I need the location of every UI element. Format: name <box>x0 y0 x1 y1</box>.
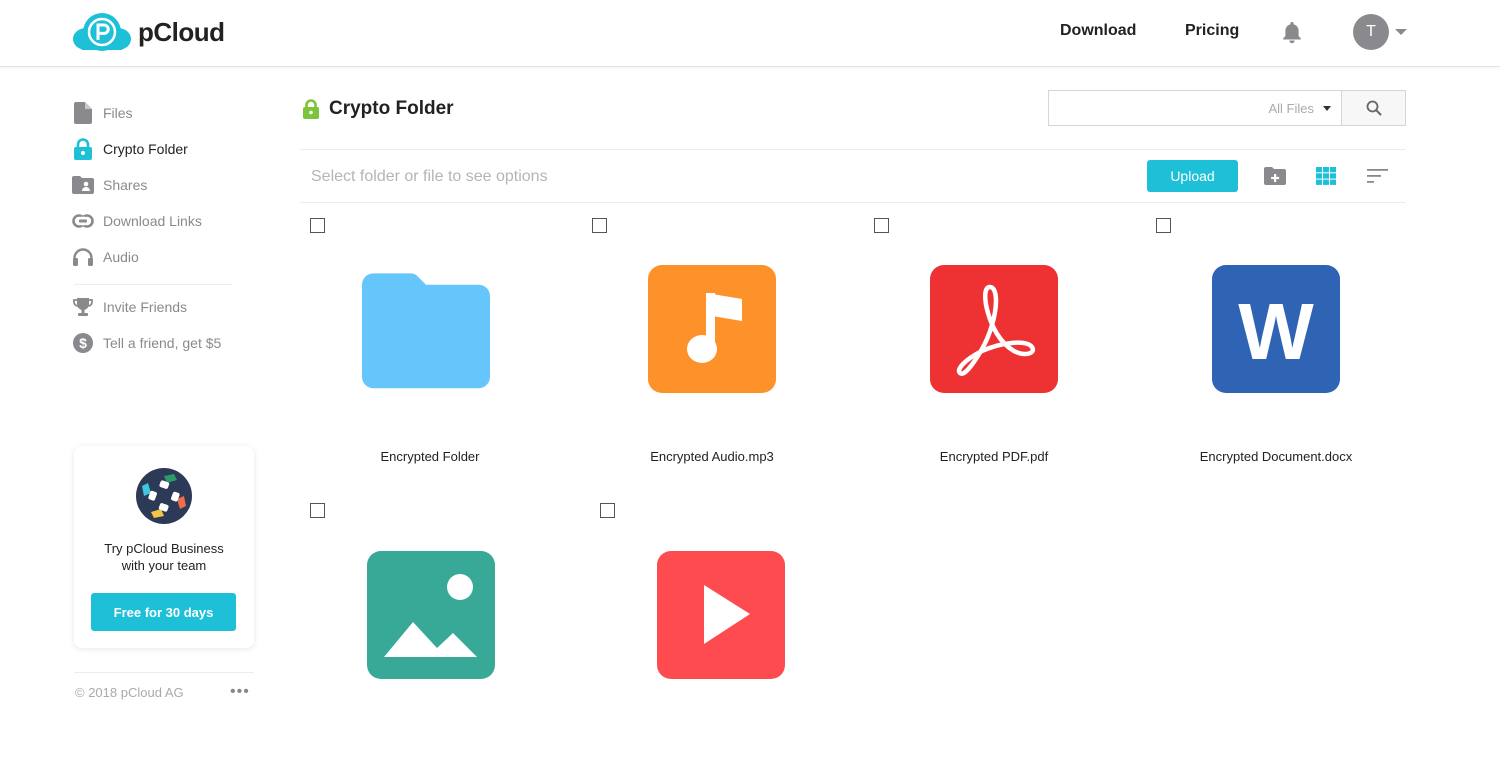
select-checkbox[interactable] <box>1156 218 1171 233</box>
svg-text:$: $ <box>79 335 87 351</box>
promo-text-line1: Try pCloud Business <box>104 541 224 556</box>
search-button[interactable] <box>1341 91 1405 125</box>
sidebar-item-shares[interactable]: Shares <box>72 173 147 197</box>
user-initial: T <box>1366 23 1376 40</box>
file-item-audio[interactable]: Encrypted Audio.mp3 <box>582 202 864 482</box>
top-header: pCloud Download Pricing T <box>0 0 1500 67</box>
select-checkbox[interactable] <box>310 218 325 233</box>
file-item-image[interactable] <box>300 487 582 767</box>
pcloud-cloud-icon <box>73 13 131 51</box>
select-checkbox[interactable] <box>310 503 325 518</box>
promo-text: Try pCloud Business with your team <box>74 540 254 574</box>
sidebar-item-label: Audio <box>103 249 139 265</box>
nav-download[interactable]: Download <box>1060 22 1136 40</box>
promo-text-line2: with your team <box>121 558 207 573</box>
select-checkbox[interactable] <box>600 503 615 518</box>
sidebar-item-invite-friends[interactable]: Invite Friends <box>72 295 187 319</box>
search-icon <box>1366 100 1382 116</box>
caret-down-icon <box>1323 105 1331 111</box>
business-promo-card: Try pCloud Business with your team Free … <box>74 446 254 648</box>
sidebar-item-label: Crypto Folder <box>103 141 188 157</box>
pcloud-business-icon <box>136 468 192 524</box>
file-item-document[interactable]: W Encrypted Document.docx <box>1146 202 1428 482</box>
trophy-icon <box>72 296 94 318</box>
file-name[interactable]: Encrypted PDF.pdf <box>864 449 1124 464</box>
file-icon <box>72 102 94 124</box>
sidebar-item-download-links[interactable]: Download Links <box>72 209 202 233</box>
shared-folder-icon <box>72 174 94 196</box>
file-type-filter[interactable]: All Files <box>1268 91 1341 125</box>
sidebar-item-audio[interactable]: Audio <box>72 245 139 269</box>
lock-icon <box>303 99 319 119</box>
page-title-text: Crypto Folder <box>329 98 454 119</box>
footer-divider <box>74 672 254 673</box>
word-document-icon[interactable]: W <box>1212 265 1340 393</box>
nav-pricing[interactable]: Pricing <box>1185 22 1239 40</box>
sidebar-item-label: Shares <box>103 177 148 193</box>
file-name[interactable]: Encrypted Audio.mp3 <box>582 449 842 464</box>
sidebar-item-tell-a-friend[interactable]: $ Tell a friend, get $5 <box>72 331 221 355</box>
image-file-icon[interactable] <box>367 551 495 679</box>
file-item-pdf[interactable]: Encrypted PDF.pdf <box>864 202 1146 482</box>
file-item-folder[interactable]: Encrypted Folder <box>300 202 582 482</box>
folder-icon[interactable] <box>362 264 490 392</box>
copyright: © 2018 pCloud AG <box>75 685 184 700</box>
grid-view-icon[interactable] <box>1314 165 1338 187</box>
select-checkbox[interactable] <box>592 218 607 233</box>
file-name[interactable]: Encrypted Document.docx <box>1146 449 1406 464</box>
selection-hint: Select folder or file to see options <box>311 168 548 185</box>
sort-icon[interactable] <box>1366 165 1390 187</box>
headphones-icon <box>72 246 94 268</box>
sidebar-item-label: Download Links <box>103 213 202 229</box>
more-options-icon[interactable]: ••• <box>230 683 250 701</box>
pcloud-logo[interactable]: pCloud <box>72 12 225 52</box>
brand-name: pCloud <box>138 16 225 47</box>
page-title: Crypto Folder <box>302 98 454 120</box>
dollar-icon: $ <box>72 332 94 354</box>
link-icon <box>72 210 94 232</box>
sidebar-item-crypto-folder[interactable]: Crypto Folder <box>72 137 188 161</box>
search-input[interactable] <box>1049 91 1269 125</box>
free-trial-button[interactable]: Free for 30 days <box>91 593 236 631</box>
bell-icon[interactable] <box>1281 20 1303 44</box>
filter-selected-value: All Files <box>1268 100 1314 116</box>
sidebar-item-label: Invite Friends <box>103 299 188 315</box>
select-checkbox[interactable] <box>874 218 889 233</box>
sidebar-item-label: Files <box>103 105 133 121</box>
sidebar-item-label: Tell a friend, get $5 <box>103 335 222 351</box>
sidebar-divider <box>74 284 232 285</box>
user-avatar[interactable]: T <box>1353 14 1389 50</box>
lock-icon <box>72 138 94 160</box>
video-file-icon[interactable] <box>657 551 785 679</box>
new-folder-icon[interactable] <box>1263 165 1287 187</box>
toolbar-divider-top <box>300 149 1406 150</box>
file-item-video[interactable] <box>590 487 872 767</box>
upload-button[interactable]: Upload <box>1147 160 1238 192</box>
pdf-file-icon[interactable] <box>930 265 1058 393</box>
audio-file-icon[interactable] <box>648 265 776 393</box>
svg-text:W: W <box>1238 287 1314 376</box>
file-name[interactable]: Encrypted Folder <box>300 449 560 464</box>
search-bar: All Files <box>1048 90 1406 126</box>
sidebar-item-files[interactable]: Files <box>72 101 133 125</box>
caret-down-icon[interactable] <box>1395 29 1407 35</box>
